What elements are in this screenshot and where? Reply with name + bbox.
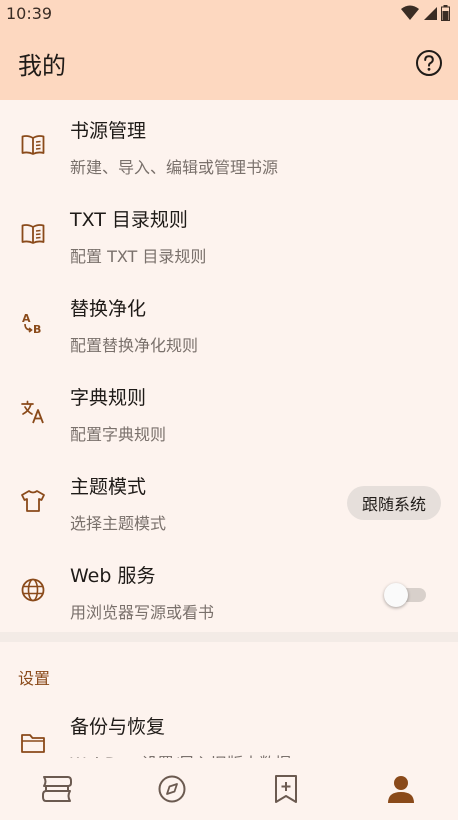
web-service-toggle[interactable]	[384, 583, 428, 607]
battery-icon	[441, 5, 450, 21]
backup-restore-item[interactable]: 备份与恢复 WebDav 设置/导入旧版本数据	[0, 698, 458, 758]
bookshelf-icon	[42, 776, 73, 802]
signal-icon	[424, 7, 437, 20]
book-icon	[20, 132, 46, 158]
item-title: Web 服务	[70, 565, 156, 587]
item-subtitle: 配置 TXT 目录规则	[70, 247, 207, 266]
replace-purify-item[interactable]: A B 替换净化 配置替换净化规则	[0, 278, 458, 367]
help-icon	[416, 50, 442, 76]
toggle-thumb	[384, 583, 408, 607]
settings-list: 书源管理 新建、导入、编辑或管理书源 TXT 目录规则 配置 TXT 目录规则 …	[0, 100, 458, 634]
compass-icon	[158, 775, 186, 803]
nav-my[interactable]	[371, 764, 431, 814]
item-title: 替换净化	[70, 298, 147, 320]
item-title: 字典规则	[70, 387, 147, 409]
shirt-icon	[20, 488, 46, 514]
find-replace-icon: A B	[20, 310, 46, 336]
status-icons	[401, 5, 450, 21]
status-bar: 10:39	[0, 0, 458, 26]
web-service-item[interactable]: Web 服务 用浏览器写源或看书	[0, 545, 458, 634]
app-bar: 我的	[0, 26, 458, 100]
book-source-item[interactable]: 书源管理 新建、导入、编辑或管理书源	[0, 100, 458, 189]
item-title: 书源管理	[70, 120, 147, 142]
bottom-navigation	[0, 758, 458, 820]
nav-bookshelf[interactable]	[27, 764, 87, 814]
page-title: 我的	[18, 51, 66, 80]
bookmark-add-icon	[275, 775, 298, 803]
item-title: 主题模式	[70, 476, 147, 498]
svg-text:A: A	[22, 312, 31, 325]
item-title: TXT 目录规则	[70, 209, 188, 231]
svg-text:B: B	[33, 323, 41, 336]
txt-toc-rule-item[interactable]: TXT 目录规则 配置 TXT 目录规则	[0, 189, 458, 278]
item-subtitle: 配置字典规则	[70, 425, 167, 444]
nav-rss[interactable]	[256, 764, 316, 814]
section-label-settings: 设置	[18, 669, 51, 688]
help-button[interactable]	[414, 48, 444, 78]
item-subtitle: 用浏览器写源或看书	[70, 603, 215, 622]
item-subtitle: 新建、导入、编辑或管理书源	[70, 158, 279, 177]
nav-discover[interactable]	[142, 764, 202, 814]
theme-mode-selector[interactable]: 跟随系统	[346, 486, 441, 520]
section-divider	[0, 632, 458, 642]
theme-mode-item[interactable]: 主题模式 选择主题模式 跟随系统	[0, 456, 458, 545]
person-icon	[387, 776, 414, 803]
item-subtitle: 选择主题模式	[70, 514, 167, 533]
globe-icon	[20, 577, 46, 603]
dictionary-rule-item[interactable]: 字典规则 配置字典规则	[0, 367, 458, 456]
item-title: 备份与恢复	[70, 716, 166, 738]
item-subtitle: WebDav 设置/导入旧版本数据	[70, 750, 291, 758]
item-subtitle: 配置替换净化规则	[70, 336, 199, 355]
translate-icon	[20, 399, 46, 425]
book-icon	[20, 221, 46, 247]
wifi-icon	[401, 5, 419, 20]
folder-icon	[20, 730, 46, 756]
status-time: 10:39	[6, 3, 53, 23]
